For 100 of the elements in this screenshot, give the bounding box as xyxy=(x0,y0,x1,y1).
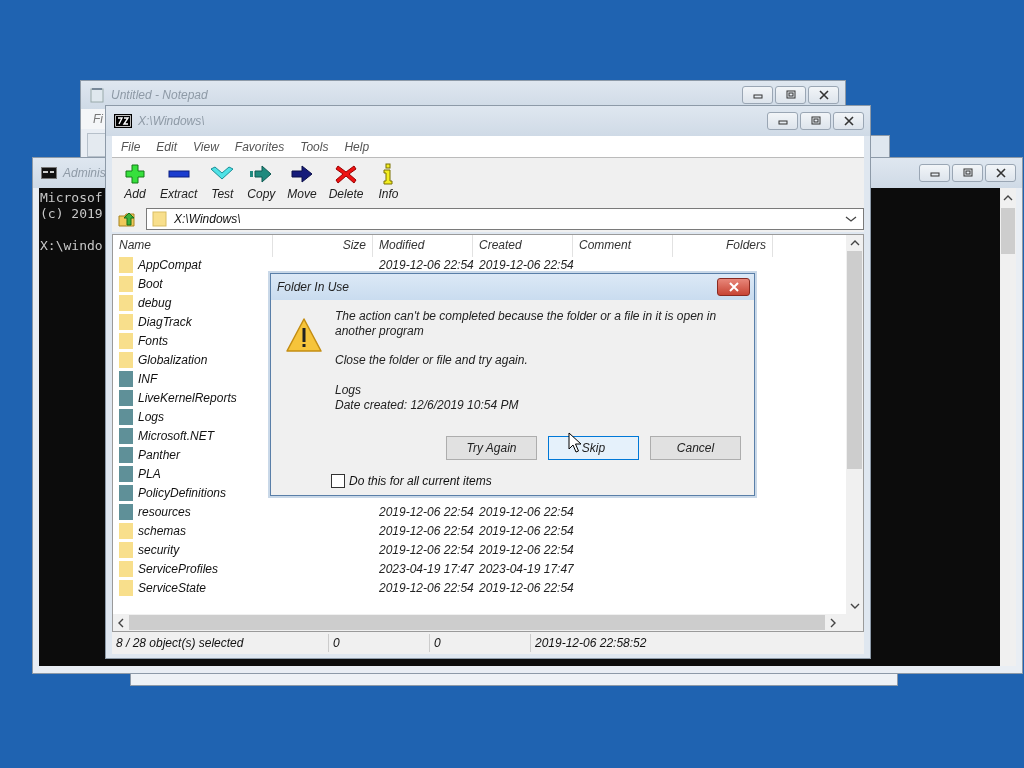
column-header[interactable]: Comment xyxy=(573,235,673,257)
file-name[interactable]: Fonts xyxy=(138,333,168,348)
archive-app-icon xyxy=(114,114,132,128)
maximize-icon xyxy=(961,168,974,178)
scrollbar[interactable] xyxy=(846,235,863,614)
status-text: 2019-12-06 22:58:52 xyxy=(534,635,648,652)
file-name[interactable]: Microsoft.NET xyxy=(138,428,214,443)
column-header[interactable]: Folders xyxy=(673,235,773,257)
file-name[interactable]: Logs xyxy=(138,409,165,424)
table-cell: 2019-12-06 22:54 xyxy=(479,504,574,519)
close-button[interactable] xyxy=(717,278,750,296)
dropdown-caret-icon[interactable] xyxy=(845,215,857,223)
file-name[interactable]: AppCompat xyxy=(138,257,202,272)
table-cell: 2019-12-06 22:54 xyxy=(479,580,574,595)
table-cell: 2023-04-19 17:47 xyxy=(479,561,574,576)
file-name[interactable]: Globalization xyxy=(138,352,208,367)
maximize-icon xyxy=(784,90,797,100)
file-name[interactable]: schemas xyxy=(138,523,187,538)
close-icon xyxy=(727,282,740,292)
item-name: Logs xyxy=(335,383,363,398)
file-name[interactable]: debug xyxy=(138,295,172,310)
table-cell: 2019-12-06 22:54 xyxy=(379,504,474,519)
scrollbar[interactable] xyxy=(113,614,863,631)
file-name[interactable]: PolicyDefinitions xyxy=(138,485,227,500)
status-text: 0 xyxy=(329,634,430,652)
item-date: Date created: 12/6/2019 10:54 PM xyxy=(335,398,520,413)
warning-icon xyxy=(285,317,323,353)
scroll-left-icon[interactable] xyxy=(117,617,125,628)
menu-item[interactable]: Tools xyxy=(300,139,329,154)
column-header[interactable]: Created xyxy=(473,235,573,257)
console-icon xyxy=(41,167,57,179)
menu-item[interactable]: View xyxy=(193,139,219,154)
file-name[interactable]: resources xyxy=(138,504,191,519)
close-button[interactable] xyxy=(833,112,864,130)
scroll-down-icon[interactable] xyxy=(849,602,860,610)
minimize-button[interactable] xyxy=(919,164,950,182)
table-cell: 2019-12-06 22:54 xyxy=(479,542,574,557)
maximize-icon xyxy=(809,116,822,126)
close-button[interactable] xyxy=(985,164,1016,182)
dialog-button[interactable]: Cancel xyxy=(650,436,741,460)
folder-icon xyxy=(152,211,168,227)
menu-item[interactable]: File xyxy=(121,139,141,154)
status-text: 0 xyxy=(430,634,531,652)
table-cell: 2019-12-06 22:54 xyxy=(379,542,474,557)
table-cell: 2019-12-06 22:54 xyxy=(479,257,574,272)
test-tool-button[interactable]: Test xyxy=(204,163,241,201)
close-icon xyxy=(842,116,855,126)
window-title: Adminis xyxy=(63,166,106,180)
file-name[interactable]: security xyxy=(138,542,180,557)
close-icon xyxy=(817,90,830,100)
table-cell: 2019-12-06 22:54 xyxy=(379,257,474,272)
minimize-button[interactable] xyxy=(767,112,798,130)
scroll-up-icon[interactable] xyxy=(1003,194,1013,202)
dialog-button[interactable]: Skip xyxy=(548,436,639,460)
scroll-right-icon[interactable] xyxy=(829,617,837,628)
table-cell: 2019-12-06 22:54 xyxy=(379,523,474,538)
table-cell: 2023-04-19 17:47 xyxy=(379,561,474,576)
close-button[interactable] xyxy=(808,86,839,104)
menu-item[interactable]: Help xyxy=(344,139,370,154)
file-name[interactable]: DiagTrack xyxy=(138,314,192,329)
cursor-icon xyxy=(568,432,582,454)
scrollbar[interactable] xyxy=(1000,188,1016,666)
minimize-button[interactable] xyxy=(742,86,773,104)
window-title: Untitled - Notepad xyxy=(111,88,208,102)
file-name[interactable]: ServiceState xyxy=(138,580,207,595)
window-title: X:\Windows\ xyxy=(138,114,205,128)
menu-item[interactable]: Favorites xyxy=(234,139,285,154)
dialog-title: Folder In Use xyxy=(277,280,351,294)
info-tool-button[interactable]: Info xyxy=(370,163,407,201)
extract-tool-button[interactable]: Extract xyxy=(155,163,203,201)
scrollbar-thumb[interactable] xyxy=(1001,208,1015,254)
copy-tool-button[interactable]: Copy xyxy=(242,163,281,201)
table-cell: 2019-12-06 22:54 xyxy=(379,580,474,595)
table-cell: 2019-12-06 22:54 xyxy=(479,523,574,538)
column-header[interactable]: Size xyxy=(273,235,373,257)
file-name[interactable]: LiveKernelReports xyxy=(138,390,237,405)
console-line: X:\windo xyxy=(40,238,103,254)
dialog-hint: Close the folder or file and try again. xyxy=(335,353,529,368)
move-tool-button[interactable]: Move xyxy=(282,163,322,201)
checkbox[interactable] xyxy=(331,474,345,488)
file-name[interactable]: Boot xyxy=(138,276,163,291)
file-name[interactable]: ServiceProfiles xyxy=(138,561,219,576)
scroll-up-icon[interactable] xyxy=(849,239,860,247)
column-header[interactable]: Modified xyxy=(373,235,473,257)
close-icon xyxy=(994,168,1007,178)
file-name[interactable]: PLA xyxy=(138,466,161,481)
add-tool-button[interactable]: Add xyxy=(117,163,153,201)
status-text: 8 / 28 object(s) selected xyxy=(112,634,329,652)
dialog-button[interactable]: Try Again xyxy=(446,436,537,460)
dialog-message: The action can't be completed because the folder or a file in it is open in another program xyxy=(335,309,718,339)
address-field[interactable]: X:\Windows\ xyxy=(146,208,864,230)
console-line: (c) 2019 xyxy=(40,206,103,222)
file-name[interactable]: INF xyxy=(138,371,158,386)
menu-item[interactable]: Edit xyxy=(156,139,178,154)
notepad-icon xyxy=(89,87,105,103)
checkbox-label[interactable]: Do this for all current items xyxy=(349,474,492,488)
file-name[interactable]: Panther xyxy=(138,447,181,462)
menu-item[interactable]: Fi xyxy=(93,112,103,126)
delete-tool-button[interactable]: Delete xyxy=(323,163,369,201)
console-line: Microsof xyxy=(40,190,103,206)
